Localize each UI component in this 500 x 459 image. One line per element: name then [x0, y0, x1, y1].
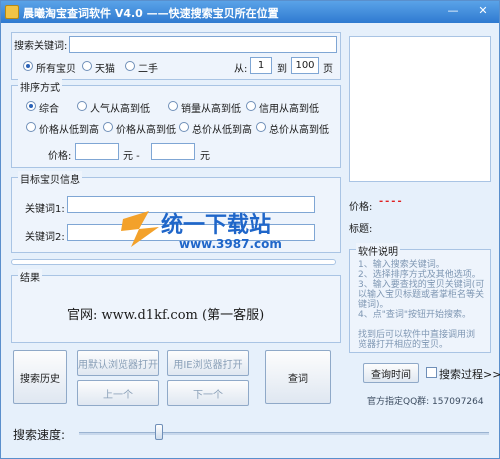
process-checkbox[interactable] [426, 367, 437, 378]
manual-line: 4、点"查词"按钮开始搜索。 [358, 310, 472, 320]
manual-legend: 软件说明 [356, 243, 400, 258]
qq-group-label: 官方指定QQ群: 157097264 [367, 397, 484, 407]
watermark-url: www.3987.com [179, 237, 282, 251]
close-icon[interactable]: ✕ [475, 4, 491, 18]
app-icon [5, 5, 19, 19]
sort-total-desc-radio[interactable] [256, 122, 266, 132]
sort-legend: 排序方式 [18, 79, 62, 94]
watermark-logo-icon [121, 211, 159, 247]
price-label: 价格: [48, 151, 72, 162]
sort-popularity-radio[interactable] [77, 101, 87, 111]
from-label: 从: [234, 64, 248, 75]
timing-button[interactable]: 查询时间 [363, 363, 419, 383]
process-label: 搜索过程>>> [439, 368, 500, 381]
watermark: 统一下载站 www.3987.com [121, 203, 301, 261]
scope-used-label: 二手 [138, 64, 158, 75]
from-page-input[interactable] [250, 57, 272, 74]
scope-tmall-label: 天猫 [95, 64, 115, 75]
price-max-input[interactable] [151, 143, 195, 160]
manual-line: 览器打开相应的宝贝。 [358, 340, 449, 350]
right-title-label: 标题: [349, 224, 373, 235]
price-sep-label: 元 - [123, 151, 140, 162]
sort-popularity-label: 人气从高到低 [90, 104, 150, 115]
search-button[interactable]: 查词 [265, 350, 331, 404]
sort-group: 排序方式 综合 人气从高到低 销量从高到低 信用从高到低 价格从低到高 价格从高… [11, 79, 341, 168]
page-unit-label: 页 [323, 64, 333, 75]
keyword1-label: 关键词1: [25, 204, 65, 215]
sort-total-desc-label: 总价从高到低 [269, 125, 329, 136]
watermark-brand: 统一下载站 [161, 213, 272, 238]
to-label: 到 [277, 64, 287, 75]
scope-used-radio[interactable] [125, 61, 135, 71]
keyword-label: 搜索关键词: [14, 41, 68, 52]
minimize-icon[interactable]: — [445, 4, 461, 18]
right-price-value: ---- [379, 196, 404, 207]
sort-composite-label: 综合 [39, 104, 59, 115]
result-group: 结果 官网: www.d1kf.com (第一客服) [11, 269, 341, 343]
keyword2-label: 关键词2: [25, 232, 65, 243]
speed-label: 搜索速度: [13, 428, 66, 442]
scope-all-radio[interactable] [23, 61, 33, 71]
product-image-panel [349, 36, 491, 182]
sort-price-asc-label: 价格从低到高 [39, 125, 99, 136]
scope-tmall-radio[interactable] [82, 61, 92, 71]
sort-price-asc-radio[interactable] [26, 122, 36, 132]
to-page-input[interactable] [291, 57, 319, 74]
sort-total-asc-radio[interactable] [179, 122, 189, 132]
sort-credit-label: 信用从高到低 [259, 104, 319, 115]
scope-all-label: 所有宝贝 [36, 64, 76, 75]
open-ie-button[interactable]: 用IE浏览器打开 [167, 350, 249, 376]
target-legend: 目标宝贝信息 [18, 171, 82, 186]
speed-slider-thumb[interactable] [155, 424, 163, 440]
next-button[interactable]: 下一个 [167, 380, 249, 406]
speed-slider-track[interactable] [79, 432, 489, 435]
sort-price-desc-radio[interactable] [103, 122, 113, 132]
history-button[interactable]: 搜索历史 [13, 350, 67, 404]
manual-group: 软件说明 1、输入搜索关键词。 2、选择排序方式及其他选项。 3、输入要查找的宝… [349, 243, 491, 353]
search-group: 搜索关键词: 所有宝贝 天猫 二手 从: 到 页 [11, 32, 341, 80]
sort-credit-radio[interactable] [246, 101, 256, 111]
right-price-label: 价格: [349, 202, 373, 213]
open-default-browser-button[interactable]: 用默认浏览器打开 [77, 350, 159, 376]
sort-total-asc-label: 总价从低到高 [192, 125, 252, 136]
result-legend: 结果 [18, 269, 42, 284]
sort-sales-label: 销量从高到低 [181, 104, 241, 115]
sort-price-desc-label: 价格从高到低 [116, 125, 176, 136]
app-window: 晨曦淘宝查词软件 V4.0 ——快速搜索宝贝所在位置 — ✕ 搜索关键词: 所有… [0, 0, 500, 459]
sort-composite-radio[interactable] [26, 101, 36, 111]
prev-button[interactable]: 上一个 [77, 380, 159, 406]
sort-sales-radio[interactable] [168, 101, 178, 111]
title-bar: 晨曦淘宝查词软件 V4.0 ——快速搜索宝贝所在位置 — ✕ [1, 1, 499, 23]
result-text: 官网: www.d1kf.com (第一客服) [67, 308, 265, 323]
search-keyword-input[interactable] [69, 36, 337, 53]
window-title: 晨曦淘宝查词软件 V4.0 ——快速搜索宝贝所在位置 [23, 7, 279, 20]
price-min-input[interactable] [75, 143, 119, 160]
price-unit-label: 元 [200, 151, 210, 162]
